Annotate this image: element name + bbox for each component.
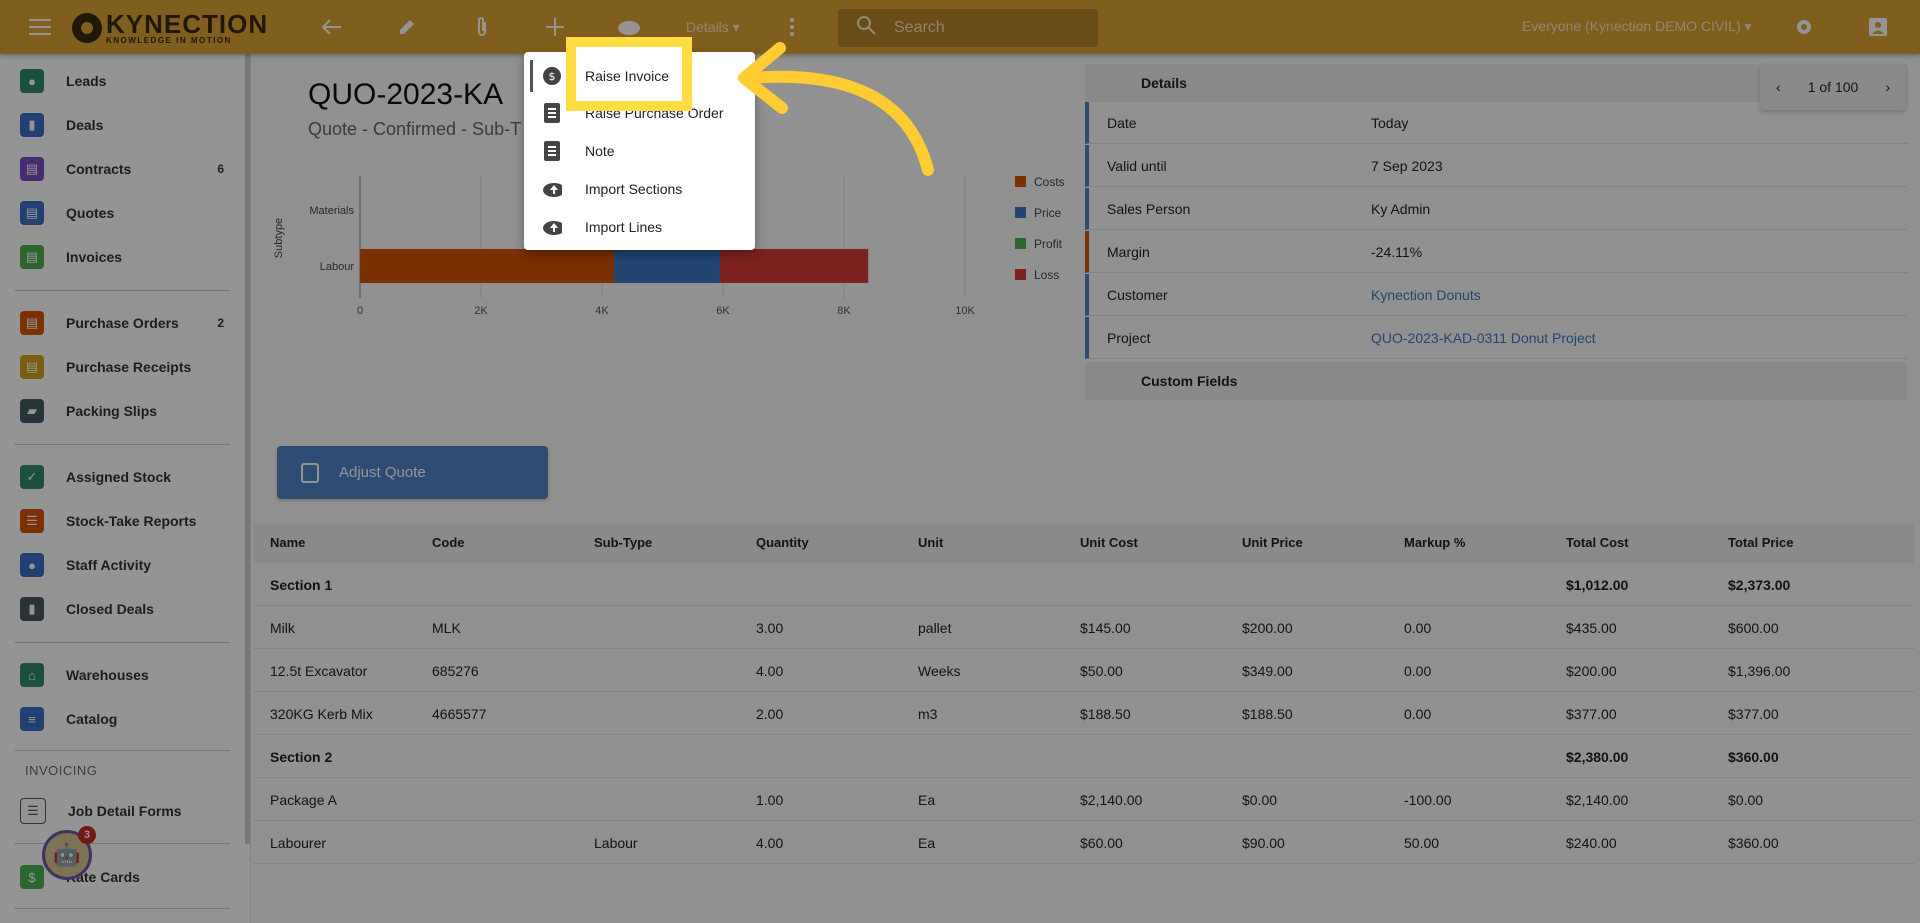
notebook-icon: [542, 103, 562, 123]
menu-item-label: Note: [585, 143, 615, 159]
tutorial-arrow-icon: [738, 42, 934, 176]
modal-dim-overlay[interactable]: [0, 0, 1920, 923]
menu-item-label: Import Sections: [585, 181, 683, 197]
svg-text:$: $: [549, 70, 556, 83]
menu-item-import-lines[interactable]: Import Lines: [524, 209, 755, 245]
menu-item-label: Import Lines: [585, 219, 663, 235]
cloud-upload-icon: [542, 179, 562, 199]
dollar-icon: $: [542, 66, 562, 86]
notebook-icon: [542, 141, 562, 161]
cloud-upload-icon: [542, 217, 562, 237]
menu-item-note[interactable]: Note: [524, 133, 755, 169]
raise-invoice-label[interactable]: Raise Invoice: [585, 68, 669, 84]
menu-item-import-sections[interactable]: Import Sections: [524, 171, 755, 207]
